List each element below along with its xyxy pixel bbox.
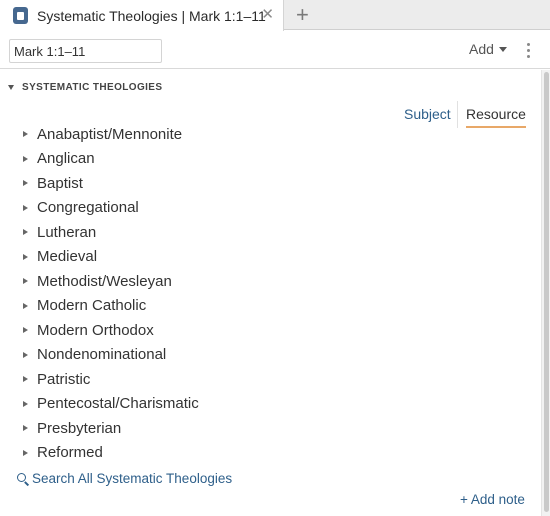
main-panel: SYSTEMATIC THEOLOGIES Subject Resource A…: [0, 70, 540, 516]
tree-item[interactable]: Pentecostal/Charismatic: [20, 392, 199, 417]
expand-triangle-icon: [23, 131, 28, 138]
tree-item[interactable]: Modern Catholic: [20, 294, 199, 319]
expand-triangle-icon: [23, 278, 28, 285]
kebab-menu-icon[interactable]: [524, 43, 532, 61]
tab-systematic-theologies[interactable]: Systematic Theologies | Mark 1:1–11 ✕: [0, 0, 284, 31]
book-icon: [13, 7, 28, 24]
expand-triangle-icon: [23, 327, 28, 334]
add-button-label: Add: [469, 41, 494, 57]
toolbar: Add: [0, 31, 550, 69]
tree-item[interactable]: Methodist/Wesleyan: [20, 269, 199, 294]
tree-item[interactable]: Anabaptist/Mennonite: [20, 122, 199, 147]
expand-triangle-icon: [23, 302, 28, 309]
scrollbar-thumb[interactable]: [544, 72, 549, 512]
collapse-triangle-icon: [8, 85, 14, 90]
search-all-label: Search All Systematic Theologies: [32, 471, 233, 486]
search-icon: [17, 472, 29, 485]
toggle-divider: [457, 101, 458, 128]
expand-triangle-icon: [23, 204, 28, 211]
expand-triangle-icon: [23, 155, 28, 162]
tree-item[interactable]: Congregational: [20, 196, 199, 221]
reference-input[interactable]: [9, 39, 162, 63]
resource-toggle[interactable]: Resource: [466, 106, 526, 128]
subject-toggle[interactable]: Subject: [404, 106, 451, 122]
expand-triangle-icon: [23, 180, 28, 187]
tree-item[interactable]: Patristic: [20, 367, 199, 392]
expand-triangle-icon: [23, 253, 28, 260]
expand-triangle-icon: [23, 449, 28, 456]
search-all-link[interactable]: Search All Systematic Theologies: [17, 471, 232, 486]
add-note-link[interactable]: + Add note: [460, 492, 525, 507]
new-tab-button[interactable]: +: [296, 2, 309, 28]
section-title: SYSTEMATIC THEOLOGIES: [22, 82, 163, 93]
tree-item[interactable]: Baptist: [20, 171, 199, 196]
section-header[interactable]: SYSTEMATIC THEOLOGIES: [8, 82, 162, 93]
tree-item[interactable]: Reformed: [20, 441, 199, 466]
expand-triangle-icon: [23, 400, 28, 407]
tab-strip: Systematic Theologies | Mark 1:1–11 ✕ +: [0, 0, 550, 31]
tree-item[interactable]: Nondenominational: [20, 343, 199, 368]
add-button[interactable]: Add: [469, 41, 507, 57]
tradition-tree: Anabaptist/Mennonite Anglican Baptist Co…: [20, 122, 199, 465]
expand-triangle-icon: [23, 351, 28, 358]
scrollbar[interactable]: [541, 70, 550, 516]
tree-item[interactable]: Modern Orthodox: [20, 318, 199, 343]
tree-item[interactable]: Presbyterian: [20, 416, 199, 441]
expand-triangle-icon: [23, 376, 28, 383]
expand-triangle-icon: [23, 425, 28, 432]
tree-item[interactable]: Medieval: [20, 245, 199, 270]
tree-item[interactable]: Anglican: [20, 147, 199, 172]
tab-title: Systematic Theologies | Mark 1:1–11: [37, 7, 266, 24]
tree-item[interactable]: Lutheran: [20, 220, 199, 245]
expand-triangle-icon: [23, 229, 28, 236]
chevron-down-icon: [498, 46, 507, 52]
close-icon[interactable]: ✕: [261, 5, 274, 25]
